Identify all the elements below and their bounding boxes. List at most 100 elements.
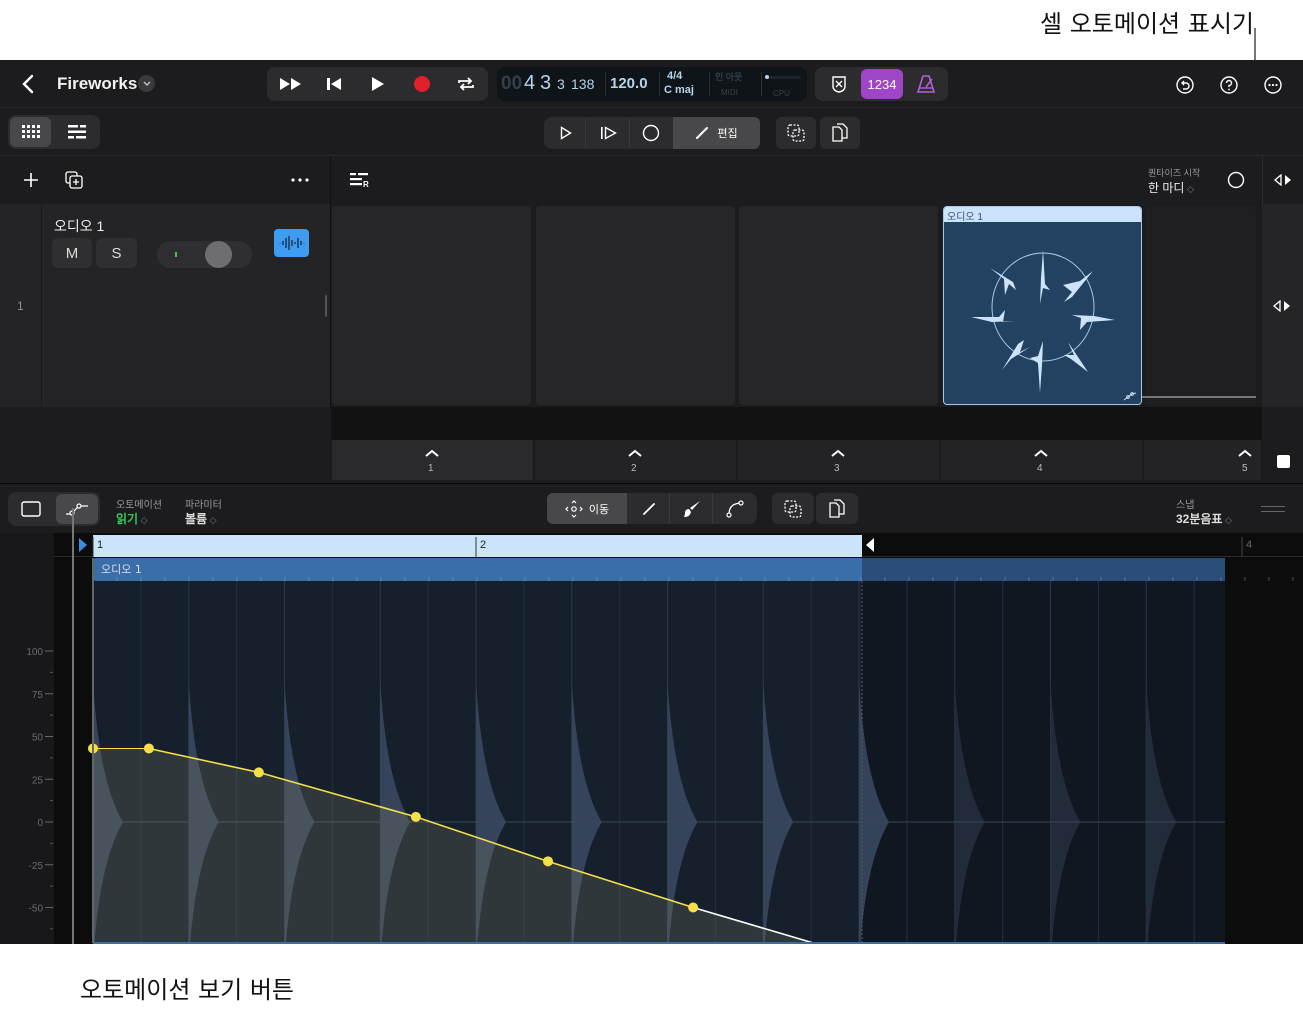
- region-view-button[interactable]: [10, 494, 52, 524]
- snap-label: 스냅: [1176, 500, 1195, 511]
- count-in-button[interactable]: 1234: [861, 69, 903, 99]
- cell-empty[interactable]: [1146, 206, 1256, 405]
- edit-mode-button[interactable]: 편집: [673, 117, 760, 149]
- track-icon-audio[interactable]: [274, 229, 309, 257]
- brush-tool-button[interactable]: [671, 493, 713, 524]
- editor-duplicate-button[interactable]: [772, 493, 814, 524]
- track-number-column: 1: [0, 204, 42, 407]
- expand-arrows-icon: [1272, 300, 1290, 312]
- project-title[interactable]: Fireworks: [57, 74, 137, 94]
- play-outline-icon: [560, 126, 572, 140]
- editor-paste-button[interactable]: [816, 493, 858, 524]
- scene-trigger-5[interactable]: 5: [1144, 440, 1262, 480]
- stop-button[interactable]: [1272, 450, 1294, 472]
- move-tool-button[interactable]: 이동: [547, 493, 627, 524]
- undo-icon: [1176, 76, 1194, 94]
- automation-view-button[interactable]: [56, 494, 98, 524]
- parameter-select[interactable]: 볼륨 ◇: [185, 510, 217, 527]
- stop-all-button[interactable]: [1226, 170, 1246, 190]
- snap-select[interactable]: 32분음표 ◇: [1176, 510, 1232, 527]
- cell-empty[interactable]: [332, 206, 531, 405]
- circle-icon: [1227, 171, 1245, 189]
- track-name[interactable]: 오디오 1: [54, 216, 104, 236]
- duplicate-selection-button[interactable]: [776, 117, 816, 149]
- cell-inspector-button[interactable]: R: [347, 168, 373, 192]
- play-from-button[interactable]: [588, 119, 630, 147]
- scene-trigger-2[interactable]: 2: [535, 440, 737, 480]
- y-tick-label: 25: [32, 775, 44, 786]
- curve-tool-button[interactable]: [714, 493, 756, 524]
- more-options-button[interactable]: [1260, 72, 1286, 98]
- region-header-outside: [862, 558, 1225, 581]
- help-button[interactable]: [1216, 72, 1242, 98]
- lcd-division: 3: [557, 76, 565, 92]
- project-menu-button[interactable]: [138, 75, 155, 92]
- region-body-outside: [862, 581, 1225, 943]
- automation-plot: 124오디오 11007550250-25-50-75-100: [26, 535, 1294, 944]
- cell-automation-indicator-icon: [1123, 392, 1137, 401]
- metronome-button[interactable]: [912, 72, 940, 96]
- cycle-end-marker[interactable]: [866, 538, 874, 552]
- stop-icon: [1276, 454, 1290, 468]
- cell-empty[interactable]: [536, 206, 735, 405]
- ruler-bar-label: 4: [1246, 539, 1252, 551]
- track-resize-handle[interactable]: [325, 295, 327, 317]
- shield-x-icon: [832, 76, 846, 93]
- callout-automation-view-button: 오토메이션 보기 버튼: [80, 976, 294, 1004]
- y-tick-label: 0: [37, 818, 43, 829]
- select-copy-icon: [787, 124, 805, 142]
- lcd-key: C maj: [664, 84, 694, 96]
- automation-point[interactable]: [543, 856, 554, 867]
- mute-button[interactable]: M: [52, 238, 92, 268]
- play-button[interactable]: [364, 72, 392, 96]
- automation-mode-select[interactable]: 읽기 ◇: [116, 510, 148, 527]
- lcd-display[interactable]: 00 4 3 3 138 120.0 4/4 C maj 인 아웃 MIDI C…: [497, 67, 807, 101]
- curve-icon: [726, 499, 744, 518]
- documents-icon: [829, 498, 845, 518]
- pencil-tool-button[interactable]: [628, 493, 670, 524]
- scene-number: 2: [631, 463, 637, 474]
- track-expand-toggle-button[interactable]: [1270, 296, 1294, 316]
- y-tick-label: -50: [29, 904, 44, 915]
- pencil-icon: [642, 502, 655, 515]
- duplicate-track-button[interactable]: [61, 168, 87, 192]
- cell-empty[interactable]: [739, 206, 938, 405]
- region-name: 오디오 1: [101, 563, 142, 576]
- updown-chevron-icon: ◇: [1222, 515, 1232, 525]
- playhead-start-marker[interactable]: [79, 538, 87, 552]
- automation-point[interactable]: [688, 902, 699, 913]
- forward-button[interactable]: [275, 72, 307, 96]
- automation-point[interactable]: [253, 767, 264, 778]
- remove-silence-button[interactable]: [825, 72, 853, 96]
- cycle-region[interactable]: [93, 535, 862, 557]
- add-track-button[interactable]: [18, 168, 44, 192]
- paste-button[interactable]: [820, 117, 860, 149]
- undo-button[interactable]: [1172, 72, 1198, 98]
- play-cell-button[interactable]: [546, 119, 586, 147]
- go-to-beginning-button[interactable]: [320, 72, 348, 96]
- expand-toggle-button[interactable]: [1271, 170, 1295, 190]
- scene-trigger-4[interactable]: 4: [941, 440, 1143, 480]
- right-column-track: [1262, 204, 1303, 407]
- automation-point[interactable]: [410, 811, 421, 822]
- automation-point[interactable]: [143, 743, 154, 754]
- track-options-button[interactable]: [286, 168, 314, 192]
- cycle-button[interactable]: [452, 72, 480, 96]
- app-window: Fireworks 00 4 3 3 138 120.0 4/4 C maj 인…: [0, 60, 1303, 944]
- record-cell-button[interactable]: [630, 119, 672, 147]
- volume-slider[interactable]: [157, 241, 252, 268]
- ruler-bar-label: 2: [480, 539, 486, 551]
- record-button[interactable]: [408, 72, 436, 96]
- live-loops-view-button[interactable]: [10, 117, 51, 147]
- scene-trigger-1[interactable]: 1: [332, 440, 534, 480]
- volume-knob[interactable]: [205, 241, 232, 268]
- level-meter: [175, 252, 177, 257]
- solo-button[interactable]: S: [96, 238, 137, 268]
- quantize-start-select[interactable]: 한 마디 ◇: [1148, 179, 1194, 196]
- tracks-view-button[interactable]: [56, 117, 97, 147]
- scene-trigger-3[interactable]: 3: [738, 440, 940, 480]
- circle-icon: [642, 124, 660, 142]
- back-button[interactable]: [14, 72, 42, 96]
- cell-audio[interactable]: 오디오 1: [943, 206, 1142, 405]
- editor-resize-handle[interactable]: [1261, 506, 1285, 512]
